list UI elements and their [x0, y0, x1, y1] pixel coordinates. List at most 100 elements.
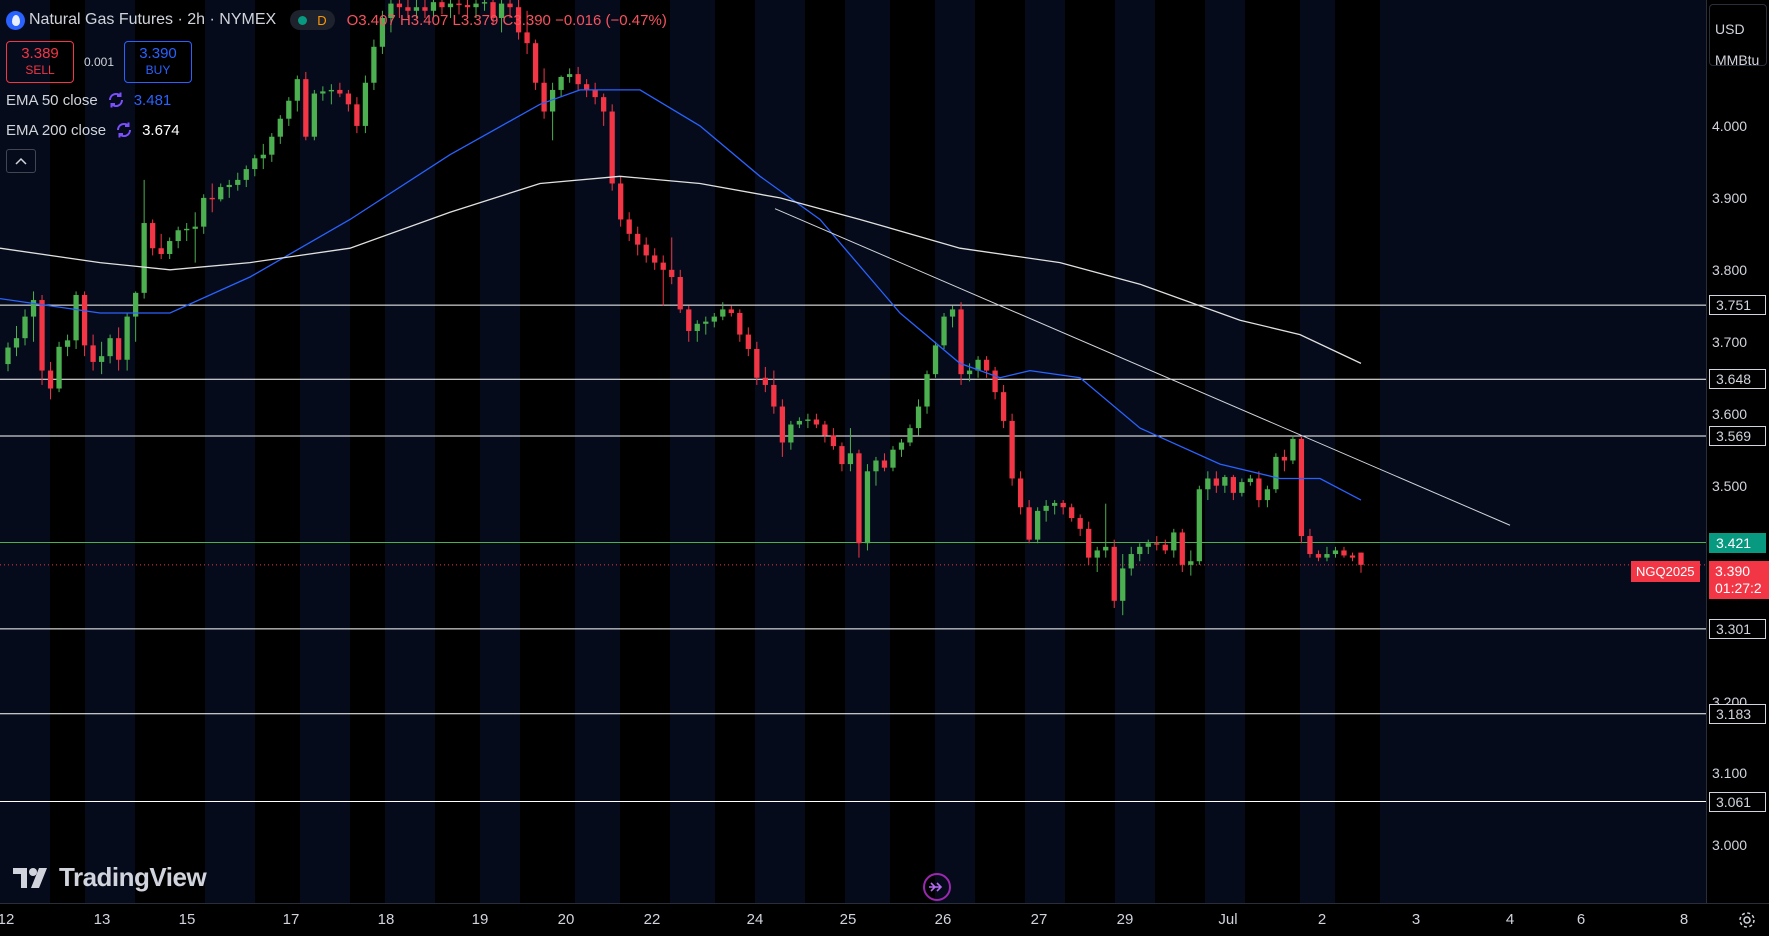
time-tick-label: 15	[178, 911, 196, 928]
candle-body	[1111, 546, 1117, 601]
price-tick-label: 3.800	[1712, 261, 1748, 278]
candle-body	[158, 248, 164, 254]
time-tick-label: 8	[1679, 911, 1689, 928]
candle-body	[1324, 554, 1330, 558]
candle-body	[720, 309, 726, 317]
candle-body	[1358, 552, 1364, 565]
time-axis[interactable]	[0, 903, 1769, 936]
candle-body	[1128, 554, 1134, 569]
time-tick-label: 4	[1505, 911, 1515, 928]
refresh-icon[interactable]	[106, 90, 126, 110]
session-band	[1300, 0, 1335, 903]
price-tick-label: 3.500	[1712, 477, 1748, 494]
candle-body	[890, 449, 896, 468]
current-price-tag: 3.390 01:27:2	[1709, 561, 1769, 599]
candle-body	[481, 2, 488, 4]
currency-unit-selector[interactable]: USD MMBtu	[1709, 4, 1767, 68]
time-tick-label: 20	[557, 911, 575, 928]
settings-gear-icon[interactable]	[1737, 910, 1757, 930]
candle-body	[64, 340, 71, 347]
ema200-legend[interactable]: EMA 200 close 3.674	[6, 115, 667, 145]
candle-body	[1239, 482, 1245, 493]
candle-body	[907, 428, 913, 443]
candle	[1009, 413, 1015, 486]
candle-body	[1290, 438, 1296, 461]
candle-body	[1188, 561, 1194, 565]
candle-body	[1349, 555, 1356, 558]
candle-body	[771, 384, 777, 407]
candle-body	[1273, 456, 1279, 490]
candle-body	[813, 419, 820, 425]
price-tick-label: 3.100	[1712, 765, 1748, 782]
candle-body	[1052, 502, 1058, 506]
candle-body	[1077, 518, 1083, 529]
chart-legend: Natural Gas Futures · 2h · NYMEX D O3.40…	[6, 8, 667, 173]
price-tick-label: 3.000	[1712, 837, 1748, 854]
candle-body	[1281, 456, 1288, 461]
symbol-title[interactable]: Natural Gas Futures · 2h · NYMEX	[29, 11, 276, 29]
buy-button[interactable]: 3.390 BUY	[124, 41, 192, 83]
candle-body	[796, 420, 803, 425]
market-status-pill[interactable]: D	[290, 10, 335, 30]
session-band	[755, 0, 805, 903]
tradingview-logo[interactable]: TradingView	[13, 862, 207, 893]
candle-body	[1230, 477, 1236, 493]
buy-price: 3.390	[139, 45, 177, 62]
candle-body	[652, 255, 658, 263]
candle-body	[805, 419, 811, 421]
ema50-legend[interactable]: EMA 50 close 3.481	[6, 85, 667, 115]
price-tick-label: 3.900	[1712, 189, 1748, 206]
spread-value: 0.001	[83, 55, 115, 69]
price-tick-label: 3.600	[1712, 405, 1748, 422]
time-tick-label: 18	[377, 911, 395, 928]
candle-body	[107, 338, 113, 357]
time-tick-label: 17	[282, 911, 300, 928]
candle-body	[898, 442, 905, 450]
refresh-icon[interactable]	[114, 120, 134, 140]
ema50-label: EMA 50 close	[6, 91, 98, 109]
candle-body	[13, 338, 20, 348]
sell-button[interactable]: 3.389 SELL	[6, 41, 74, 83]
session-band	[805, 0, 845, 903]
candle-body	[1247, 478, 1254, 483]
time-tick-label: 25	[839, 911, 857, 928]
candle-body	[839, 446, 845, 465]
scroll-to-realtime-button[interactable]	[923, 873, 951, 901]
ema50-value: 3.481	[133, 91, 172, 109]
candle	[890, 446, 896, 472]
candle-body	[1120, 568, 1126, 601]
current-price-value: 3.390	[1715, 563, 1751, 579]
time-tick-label: 24	[746, 911, 764, 928]
candle-body	[1009, 420, 1015, 479]
candle	[856, 449, 862, 558]
logo-text: TradingView	[59, 862, 207, 892]
candle-body	[847, 453, 854, 465]
candle-body	[983, 359, 990, 371]
candle-body	[694, 323, 700, 331]
candle-body	[141, 223, 147, 293]
candle-body	[1213, 478, 1219, 486]
time-tick-label: 3	[1411, 911, 1421, 928]
price-tick-label: 4.000	[1712, 117, 1748, 134]
candle-body	[711, 316, 717, 322]
candle-body	[1307, 536, 1313, 555]
session-band	[1025, 0, 1065, 903]
market-open-dot-icon	[298, 15, 308, 25]
candle-body	[56, 346, 62, 389]
candle-body	[1137, 546, 1143, 555]
collapse-legend-button[interactable]	[6, 149, 36, 173]
trade-buttons: 3.389 SELL 0.001 3.390 BUY	[6, 41, 667, 83]
candle-body	[201, 197, 207, 227]
session-band	[715, 0, 755, 903]
candle-body	[150, 223, 156, 249]
candle	[1035, 507, 1041, 544]
candle-body	[822, 424, 828, 436]
time-tick-label: 29	[1116, 911, 1134, 928]
buy-label: BUY	[145, 63, 171, 77]
candle-body	[184, 228, 190, 231]
sell-label: SELL	[25, 63, 55, 77]
candle-body	[1264, 489, 1271, 501]
candle-body	[1196, 489, 1202, 562]
candle-body	[1205, 478, 1211, 490]
session-band	[975, 0, 1025, 903]
